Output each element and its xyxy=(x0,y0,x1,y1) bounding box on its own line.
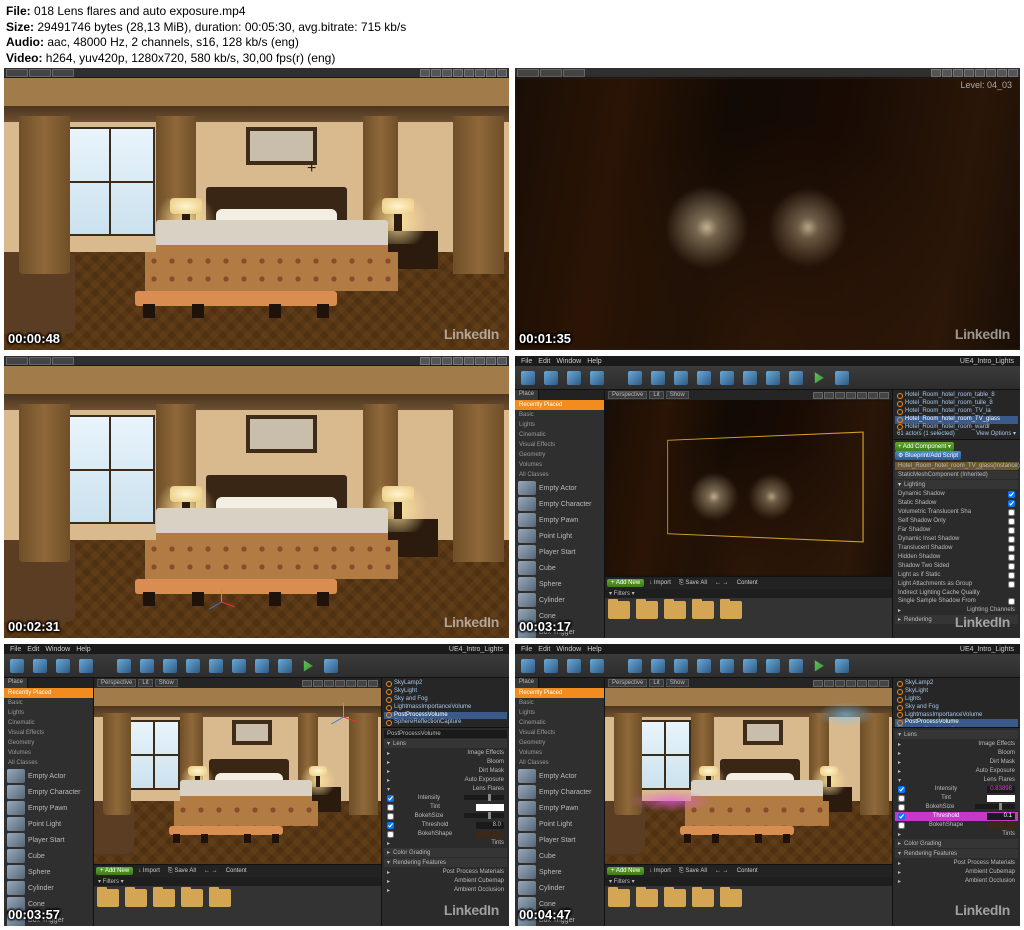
level-label: Level: 04_03 xyxy=(960,80,1012,90)
add-new-button[interactable]: + Add New xyxy=(607,579,644,587)
frame-1: + 00:00:48 LinkedIn xyxy=(4,68,509,350)
folder-icon[interactable] xyxy=(720,601,742,619)
lens-flare-icon xyxy=(628,790,714,811)
play-button[interactable] xyxy=(808,658,830,674)
details-panel[interactable]: + Add Component ▾ ⚙ Blueprint/Add Script… xyxy=(893,440,1020,638)
file-info-header: File: 018 Lens flares and auto exposure.… xyxy=(0,0,1024,68)
video-label: Video: xyxy=(6,51,42,65)
add-new-button[interactable]: + Add New xyxy=(607,867,644,875)
content-browser[interactable]: + Add New ↓ Import ⎘ Save All ← → Conten… xyxy=(605,864,892,926)
folder-icon[interactable] xyxy=(692,601,714,619)
place-actors-panel[interactable]: Place Recently Placed Basic Lights Cinem… xyxy=(515,678,605,926)
linkedin-watermark: LinkedIn xyxy=(444,326,499,342)
content-browser[interactable]: + Add New ↓ Import ⎘ Save All ← → Conten… xyxy=(94,864,381,926)
main-toolbar[interactable] xyxy=(4,654,509,678)
viewport-toolbar xyxy=(4,356,509,366)
viewport-options-bar[interactable]: PerspectiveLitShow xyxy=(94,678,381,688)
linkedin-watermark: LinkedIn xyxy=(955,614,1010,630)
timestamp: 00:03:17 xyxy=(519,619,571,634)
folder-icon[interactable] xyxy=(664,601,686,619)
timestamp: 00:01:35 xyxy=(519,331,571,346)
place-actors-panel[interactable]: Place Recently Placed Basic Lights Cinem… xyxy=(515,390,605,638)
content-browser[interactable]: + Add New ↓ Import ⎘ Save All ← → Conten… xyxy=(605,576,892,638)
size-value: 29491746 bytes (28,13 MiB), duration: 00… xyxy=(37,20,406,34)
linkedin-watermark: LinkedIn xyxy=(955,902,1010,918)
linkedin-watermark: LinkedIn xyxy=(444,902,499,918)
main-toolbar[interactable] xyxy=(515,654,1020,678)
file-label: File: xyxy=(6,4,31,18)
world-outliner[interactable]: SkyLamp2 SkyLight Sky and Fog LightmassI… xyxy=(382,678,509,728)
viewport-options-bar[interactable]: PerspectiveLitShow xyxy=(605,390,892,400)
video-value: h264, yuv420p, 1280x720, 580 kb/s, 30,00… xyxy=(46,51,336,65)
file-value: 018 Lens flares and auto exposure.mp4 xyxy=(34,4,245,18)
main-toolbar[interactable] xyxy=(515,366,1020,390)
size-label: Size: xyxy=(6,20,34,34)
move-gizmo-icon xyxy=(328,702,358,732)
move-gizmo-icon xyxy=(206,587,236,617)
timestamp: 00:00:48 xyxy=(8,331,60,346)
linkedin-watermark: LinkedIn xyxy=(955,326,1010,342)
timestamp: 00:04:47 xyxy=(519,907,571,922)
audio-value: aac, 48000 Hz, 2 channels, s16, 128 kb/s… xyxy=(47,35,299,49)
world-outliner[interactable]: SkyLamp2 SkyLight Lights Sky and Fog Lig… xyxy=(893,678,1020,728)
selection-outline xyxy=(667,431,863,542)
frame-6: FileEditWindowHelp UE4_Intro_Lights Plac… xyxy=(515,644,1020,926)
world-outliner[interactable]: Hotel_Room_hotel_room_table_8 Hotel_Room… xyxy=(893,390,1020,440)
details-panel[interactable]: ▾ Lens ▸ Image Effects ▸ Bloom ▸ Dirt Ma… xyxy=(893,728,1020,926)
lens-flare-icon xyxy=(817,702,874,727)
cursor-cross-icon: + xyxy=(307,160,316,178)
frame-5: FileEditWindowHelp UE4_Intro_Lights Plac… xyxy=(4,644,509,926)
place-actors-panel[interactable]: Place Recently Placed Basic Lights Cinem… xyxy=(4,678,94,926)
frame-2: Level: 04_03 00:01:35 LinkedIn xyxy=(515,68,1020,350)
timestamp: 00:03:57 xyxy=(8,907,60,922)
viewport-options-bar[interactable]: PerspectiveLitShow xyxy=(605,678,892,688)
linkedin-watermark: LinkedIn xyxy=(444,614,499,630)
add-new-button[interactable]: + Add New xyxy=(96,867,133,875)
frame-3: 00:02:31 LinkedIn xyxy=(4,356,509,638)
folder-icon[interactable] xyxy=(636,601,658,619)
timestamp: 00:02:31 xyxy=(8,619,60,634)
play-button[interactable] xyxy=(808,370,830,386)
viewport-toolbar xyxy=(4,68,509,78)
viewport[interactable] xyxy=(605,688,892,864)
menu-bar[interactable]: FileEditWindowHelp UE4_Intro_Lights xyxy=(4,644,509,654)
audio-label: Audio: xyxy=(6,35,44,49)
folder-icon[interactable] xyxy=(608,601,630,619)
thumbnail-grid: + 00:00:48 LinkedIn Level: 04_03 00:01:3… xyxy=(0,68,1024,930)
menu-bar[interactable]: FileEditWindowHelp UE4_Intro_Lights xyxy=(515,644,1020,654)
frame-4: FileEditWindowHelp UE4_Intro_Lights xyxy=(515,356,1020,638)
viewport[interactable] xyxy=(605,400,892,576)
viewport-toolbar xyxy=(515,68,1020,78)
menu-bar[interactable]: FileEditWindowHelp UE4_Intro_Lights xyxy=(515,356,1020,366)
details-panel[interactable]: PostProcessVolume ▾ Lens ▸ Image Effects… xyxy=(382,728,509,926)
viewport[interactable] xyxy=(94,688,381,864)
play-button[interactable] xyxy=(297,658,319,674)
